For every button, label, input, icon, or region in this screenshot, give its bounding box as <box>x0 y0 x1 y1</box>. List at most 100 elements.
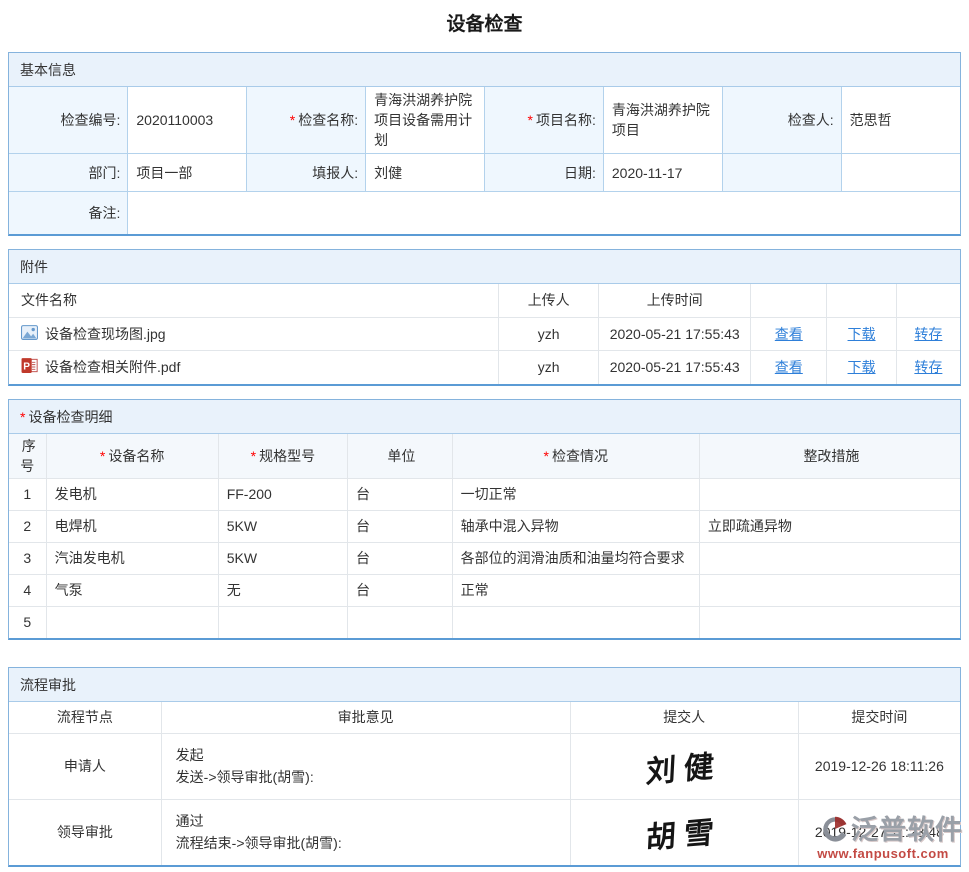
file-uploader: yzh <box>499 318 599 351</box>
submitter-signature: 胡雪 <box>645 807 723 858</box>
download-link[interactable]: 下载 <box>848 359 876 375</box>
filler-label: 填报人: <box>247 154 366 192</box>
action-header-empty <box>751 284 827 318</box>
equipment-name-cell: 发电机 <box>46 478 218 510</box>
basic-info-row-1: 检查编号: 2020110003 *检查名称: 青海洪湖养护院项目设备需用计划 … <box>9 87 960 154</box>
download-link[interactable]: 下载 <box>848 326 876 342</box>
file-name: 设备检查相关附件.pdf <box>45 357 180 377</box>
opinion-line: 发送->领导审批(胡雪): <box>176 766 562 788</box>
unit-cell: 台 <box>348 574 453 606</box>
flow-node-header: 流程节点 <box>9 702 161 733</box>
file-name: 设备检查现场图.jpg <box>45 324 166 344</box>
corrective-action-cell <box>699 478 960 510</box>
empty-label <box>722 154 841 192</box>
approval-opinion-cell: 发起 发送->领导审批(胡雪): <box>161 733 570 799</box>
date-label: 日期: <box>485 154 604 192</box>
unit-header: 单位 <box>348 434 453 479</box>
image-file-icon <box>21 324 38 344</box>
required-mark: * <box>528 112 533 128</box>
seq-cell: 3 <box>9 542 46 574</box>
unit-cell: 台 <box>348 478 453 510</box>
page: 设备检查 基本信息 检查编号: 2020110003 *检查名称: 青海洪湖养护… <box>0 0 969 867</box>
basic-info-section: 基本信息 检查编号: 2020110003 *检查名称: 青海洪湖养护院项目设备… <box>8 52 961 236</box>
inspection-no-value: 2020110003 <box>128 87 247 154</box>
equipment-name-cell: 汽油发电机 <box>46 542 218 574</box>
inspection-status-cell: 各部位的润滑油质和油量均符合要求 <box>452 542 699 574</box>
unit-cell: 台 <box>348 510 453 542</box>
details-row: 2 电焊机 5KW 台 轴承中混入异物 立即疏通异物 <box>9 510 960 542</box>
inspection-details-section: *设备检查明细 序号 *设备名称 *规格型号 单位 *检查情况 整改措施 1 发… <box>8 399 961 641</box>
spec-model-cell <box>218 606 347 638</box>
save-as-link[interactable]: 转存 <box>914 326 942 342</box>
attachment-row: P 设备检查相关附件.pdf yzh 2020-05-21 17:55:43 查… <box>9 351 960 384</box>
approval-opinion-header: 审批意见 <box>161 702 570 733</box>
filler-value: 刘健 <box>366 154 485 192</box>
save-as-link[interactable]: 转存 <box>914 359 942 375</box>
opinion-line: 通过 <box>176 810 562 832</box>
inspection-status-cell: 正常 <box>452 574 699 606</box>
department-label: 部门: <box>9 154 128 192</box>
remark-label: 备注: <box>9 192 128 234</box>
corrective-action-cell <box>699 606 960 638</box>
project-name-label: *项目名称: <box>485 87 604 154</box>
inspection-status-cell: 一切正常 <box>452 478 699 510</box>
basic-info-row-3: 备注: <box>9 192 960 234</box>
uploader-header: 上传人 <box>499 284 599 318</box>
view-link[interactable]: 查看 <box>775 359 803 375</box>
corrective-action-cell: 立即疏通异物 <box>699 510 960 542</box>
unit-cell <box>348 606 453 638</box>
file-name-header: 文件名称 <box>9 284 499 318</box>
action-header-empty <box>896 284 960 318</box>
fanpu-brand-text: 泛普软件 <box>851 816 963 846</box>
basic-info-section-title: 基本信息 <box>9 53 960 87</box>
details-row: 1 发电机 FF-200 台 一切正常 <box>9 478 960 510</box>
corrective-action-cell <box>699 574 960 606</box>
inspection-details-table: 序号 *设备名称 *规格型号 单位 *检查情况 整改措施 1 发电机 FF-20… <box>9 434 960 639</box>
inspector-value: 范思哲 <box>841 87 960 154</box>
file-upload-time: 2020-05-21 17:55:43 <box>599 351 751 384</box>
spec-model-cell: FF-200 <box>218 478 347 510</box>
inspection-details-section-title: *设备检查明细 <box>9 400 960 434</box>
inspection-name-value: 青海洪湖养护院项目设备需用计划 <box>366 87 485 154</box>
date-value: 2020-11-17 <box>603 154 722 192</box>
attachments-section-title: 附件 <box>9 250 960 284</box>
basic-info-table: 检查编号: 2020110003 *检查名称: 青海洪湖养护院项目设备需用计划 … <box>9 87 960 234</box>
fanpu-logo-icon <box>822 816 848 845</box>
details-row: 3 汽油发电机 5KW 台 各部位的润滑油质和油量均符合要求 <box>9 542 960 574</box>
inspection-status-cell: 轴承中混入异物 <box>452 510 699 542</box>
inspection-status-header: *检查情况 <box>452 434 699 479</box>
submit-time-cell: 2019-12-26 18:11:26 <box>798 733 960 799</box>
approval-opinion-cell: 通过 流程结束->领导审批(胡雪): <box>161 799 570 865</box>
action-header-empty <box>827 284 896 318</box>
approval-row: 申请人 发起 发送->领导审批(胡雪): 刘健 2019-12-26 18:11… <box>9 733 960 799</box>
upload-time-header: 上传时间 <box>599 284 751 318</box>
equipment-name-header: *设备名称 <box>46 434 218 479</box>
spec-model-cell: 5KW <box>218 542 347 574</box>
view-link[interactable]: 查看 <box>775 326 803 342</box>
details-header-row: 序号 *设备名称 *规格型号 单位 *检查情况 整改措施 <box>9 434 960 479</box>
file-uploader: yzh <box>499 351 599 384</box>
remark-value <box>128 192 960 234</box>
equipment-name-cell <box>46 606 218 638</box>
spec-model-cell: 5KW <box>218 510 347 542</box>
seq-header: 序号 <box>9 434 46 479</box>
details-row: 4 气泵 无 台 正常 <box>9 574 960 606</box>
ppt-file-icon: P <box>21 357 38 377</box>
seq-cell: 4 <box>9 574 46 606</box>
svg-text:P: P <box>23 362 30 373</box>
details-row: 5 <box>9 606 960 638</box>
fanpu-watermark: 泛普软件 www.fanpusoft.com <box>803 816 963 861</box>
spec-model-header: *规格型号 <box>218 434 347 479</box>
flow-node-cell: 领导审批 <box>9 799 161 865</box>
empty-value <box>841 154 960 192</box>
approval-section-title: 流程审批 <box>9 668 960 702</box>
unit-cell: 台 <box>348 542 453 574</box>
equipment-name-cell: 气泵 <box>46 574 218 606</box>
inspection-name-label: *检查名称: <box>247 87 366 154</box>
flow-node-cell: 申请人 <box>9 733 161 799</box>
inspection-no-label: 检查编号: <box>9 87 128 154</box>
fanpu-url-text: www.fanpusoft.com <box>803 847 963 861</box>
department-value: 项目一部 <box>128 154 247 192</box>
project-name-value: 青海洪湖养护院项目 <box>603 87 722 154</box>
inspector-label: 检查人: <box>722 87 841 154</box>
